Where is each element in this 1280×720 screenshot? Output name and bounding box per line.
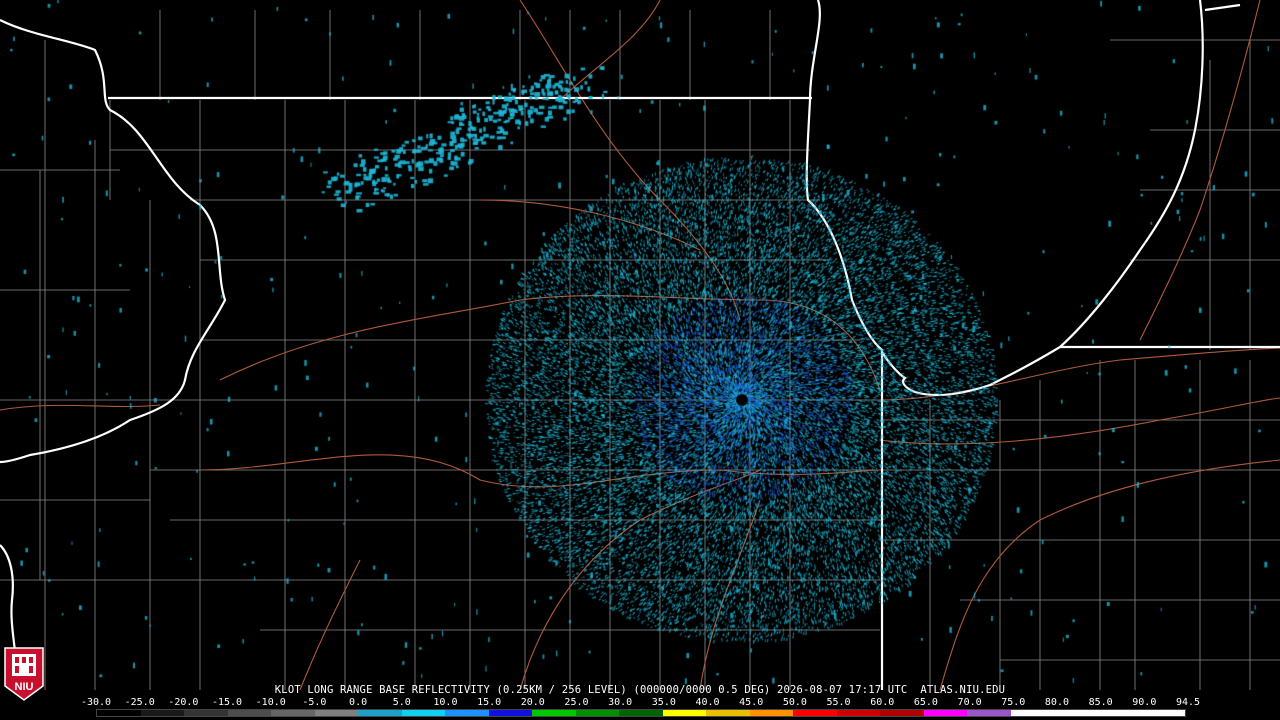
scale-label: 85.0 bbox=[1088, 697, 1113, 708]
scale-swatch bbox=[749, 710, 794, 716]
scale-swatch bbox=[401, 710, 446, 716]
scale-label: -5.0 bbox=[302, 697, 327, 708]
scale-label: 10.0 bbox=[433, 697, 458, 708]
scale-swatch bbox=[575, 710, 620, 716]
scale-label: -25.0 bbox=[124, 697, 155, 708]
scale-label: 0.0 bbox=[349, 697, 368, 708]
scale-swatch bbox=[488, 710, 533, 716]
scale-label: 55.0 bbox=[826, 697, 851, 708]
scale-label: 90.0 bbox=[1132, 697, 1157, 708]
scale-swatch bbox=[880, 710, 924, 716]
scale-swatch bbox=[358, 710, 402, 716]
scale-label: 40.0 bbox=[695, 697, 720, 708]
scale-label: -10.0 bbox=[255, 697, 286, 708]
scale-label: 20.0 bbox=[520, 697, 545, 708]
scale-label: -30.0 bbox=[80, 697, 112, 708]
reflectivity-color-scale bbox=[96, 709, 1186, 717]
scale-label: -15.0 bbox=[211, 697, 243, 708]
scale-label: -20.0 bbox=[168, 697, 199, 708]
scale-swatch bbox=[227, 710, 272, 716]
scale-swatch bbox=[1054, 710, 1098, 716]
scale-label: 60.0 bbox=[870, 697, 895, 708]
scale-label: 75.0 bbox=[1001, 697, 1026, 708]
scale-swatch bbox=[314, 710, 359, 716]
scale-swatch bbox=[967, 710, 1011, 716]
scale-swatch bbox=[97, 710, 141, 716]
scale-label: 94.5 bbox=[1175, 697, 1201, 708]
scale-swatch bbox=[140, 710, 185, 716]
scale-label: 70.0 bbox=[957, 697, 982, 708]
scale-label: 30.0 bbox=[608, 697, 633, 708]
scale-label: 45.0 bbox=[739, 697, 764, 708]
scale-label: 80.0 bbox=[1044, 697, 1069, 708]
scale-label: 65.0 bbox=[913, 697, 938, 708]
scale-label: 15.0 bbox=[477, 697, 502, 708]
scale-swatch bbox=[271, 710, 315, 716]
scale-label: 5.0 bbox=[392, 697, 411, 708]
logo-text: NIU bbox=[15, 681, 34, 693]
scale-label: 35.0 bbox=[651, 697, 676, 708]
scale-swatch bbox=[1097, 710, 1142, 716]
scale-label: 25.0 bbox=[564, 697, 589, 708]
scale-swatch bbox=[1010, 710, 1055, 716]
scale-swatch bbox=[662, 710, 707, 716]
scale-swatch bbox=[923, 710, 968, 716]
scale-swatch bbox=[706, 710, 750, 716]
scale-swatch bbox=[184, 710, 228, 716]
scale-swatch bbox=[836, 710, 881, 716]
scale-swatch bbox=[619, 710, 663, 716]
scale-swatch bbox=[793, 710, 837, 716]
scale-label: 50.0 bbox=[782, 697, 807, 708]
scale-labels: -30.0 -25.0 -20.0 -15.0 -10.0 -5.0 0.0 5.0 10.0 1… bbox=[81, 697, 1200, 709]
niu-seal-icon: NIU bbox=[4, 647, 44, 701]
scale-swatch bbox=[532, 710, 576, 716]
reflectivity-echoes bbox=[0, 0, 1280, 690]
scale-swatch bbox=[445, 710, 489, 716]
product-title: KLOT LONG RANGE BASE REFLECTIVITY (0.25K… bbox=[274, 684, 1006, 696]
scale-swatch bbox=[1141, 710, 1185, 716]
